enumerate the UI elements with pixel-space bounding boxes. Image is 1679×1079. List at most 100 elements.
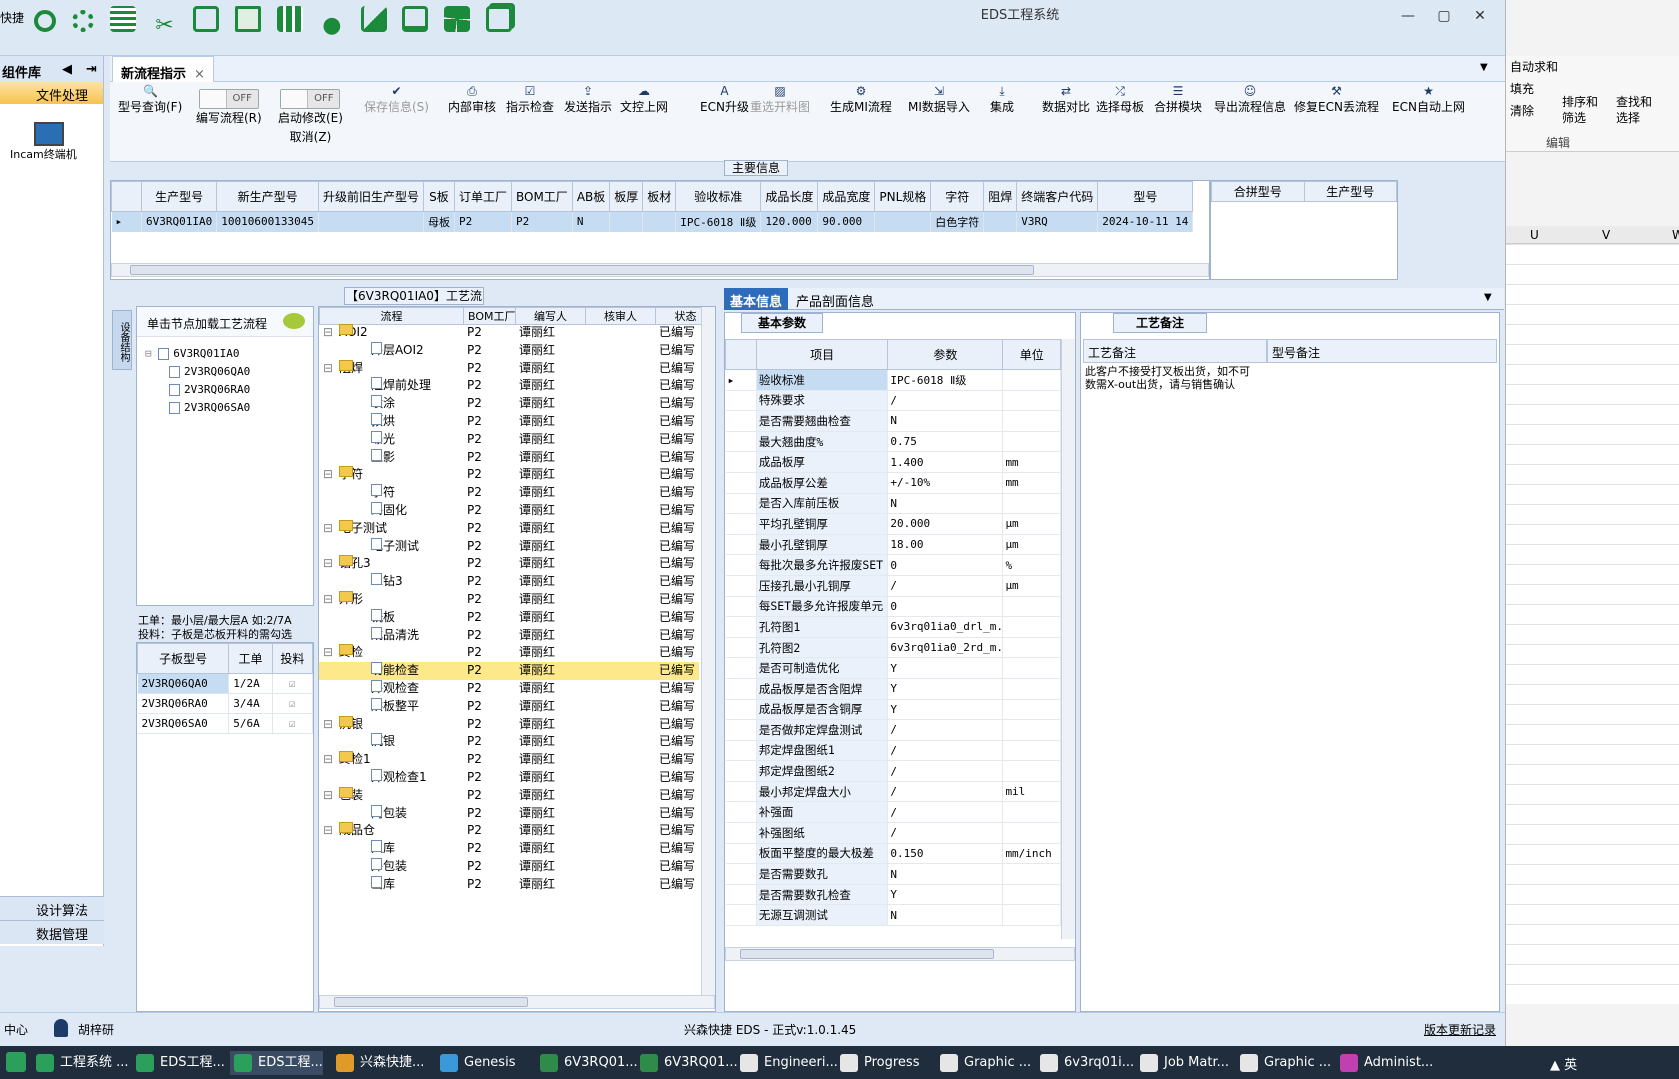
col-header[interactable]: 生产型号 [140,181,218,212]
subtab-basic-params[interactable]: 基本参数 [741,313,823,333]
chevron-down-icon[interactable]: ▼ [1480,62,1488,73]
flow-row[interactable]: 外观检查1 P2 谭丽红 已编写 [319,768,699,787]
cell[interactable]: IPC-6018 Ⅱ级 [675,211,762,232]
param-value[interactable]: / [887,781,1004,803]
param-row[interactable]: 是否需要数孔检查 Y [725,884,1061,906]
flow-row[interactable]: 终检1 ⊟ P2 谭丽红 已编写 [319,751,699,769]
col-header[interactable]: 订单工厂 [453,181,512,212]
cell[interactable]: 1/2A [228,673,273,694]
param-row[interactable]: 邦定焊盘图纸1/ [725,740,1061,762]
table-row[interactable]: 2V3RQ06RA0 3/4A ☑ [137,693,314,714]
cell[interactable] [642,211,677,232]
param-row[interactable]: 补强图纸 / [725,822,1061,844]
flow-row[interactable]: 沉银 P2 谭丽红 已编写 [319,733,699,751]
flow-row[interactable]: 电子测试 ⊟ P2 谭丽红 已编写 [319,519,699,538]
collapse-icon[interactable]: ⊟ [323,822,333,840]
flow-row[interactable]: 字符 ⊟ P2 谭丽红 已编写 [319,466,699,484]
flow-vscroll[interactable] [701,307,715,997]
param-value[interactable]: +/-10% [887,472,1004,494]
collapse-icon[interactable]: ⊟ [323,466,333,484]
column-v[interactable]: V [1602,228,1610,242]
nav-file-processing[interactable]: 文件处理 [0,82,103,104]
toolbar-button-13[interactable]: ⇄ 数据对比 [1042,84,1090,117]
param-row[interactable]: 最小邦定焊盘大小 / mil [725,781,1061,803]
param-value[interactable]: / [887,760,1004,782]
cell[interactable]: 120.000 [760,211,819,232]
tree-node-child[interactable]: 2V3RQ06RA0 [145,383,250,401]
taskbar-item[interactable]: 兴森快捷... [332,1051,424,1075]
param-value[interactable]: / [887,740,1004,762]
flow-row[interactable]: 入库 P2 谭丽红 已编写 [319,840,699,858]
flow-row[interactable]: AOI2 ⊟ P2 谭丽红 已编写 [319,324,699,342]
toolbar-button-8[interactable]: A ECN升级 [700,84,749,117]
autosum-label[interactable]: 自动求和 [1510,58,1558,75]
flow-col-header[interactable]: BOM工厂 [463,307,516,325]
flow-row[interactable]: 烘板整平 P2 谭丽红 已编写 [319,697,699,716]
toolbar-button-1[interactable]: OFF 编写流程(R) [196,88,262,128]
flow-row[interactable]: 预烘 P2 谭丽红 已编写 [319,412,699,431]
chart-icon[interactable] [360,6,387,32]
taskbar-item[interactable]: Genesis [436,1051,515,1075]
param-value[interactable]: N [887,493,1004,515]
scissors-icon[interactable]: ✂ [151,13,177,39]
windows-icon[interactable] [444,6,471,32]
flow-row[interactable]: 喷涂 P2 谭丽红 已编写 [319,395,699,413]
flow-row[interactable]: 曝光 P2 谭丽红 已编写 [319,430,699,449]
toolbar-button-10[interactable]: ⚙ 生成MI流程 [830,84,892,117]
param-value[interactable]: 20.000 [887,513,1004,535]
combine-model-header[interactable]: 合拼型号 [1211,181,1305,202]
update-log-link[interactable]: 版本更新记录 [1424,1021,1496,1038]
param-value[interactable]: Y [887,884,1004,906]
taskbar-item[interactable]: 工程系统 ... [32,1051,129,1075]
param-value[interactable]: N [887,863,1004,885]
flow-row[interactable]: 终检 ⊟ P2 谭丽红 已编写 [319,644,699,662]
col-header[interactable]: BOM工厂 [510,181,573,212]
checkbox[interactable]: ☑ [272,693,314,714]
flow-row[interactable]: 电子测试 P2 谭丽红 已编写 [319,537,699,556]
param-value[interactable]: N [887,904,1004,927]
search-icon[interactable] [34,10,56,32]
toolbar-button-6[interactable]: ⇪ 发送指示 [564,84,612,117]
collapse-icon[interactable]: ⊟ [323,324,333,342]
flow-row[interactable]: 阻焊 ⊟ P2 谭丽红 已编写 [319,359,699,378]
cell[interactable]: 白色字符 [930,211,985,232]
find-select-button[interactable]: 查找和 选择 [1616,94,1652,126]
combine-prod-header[interactable]: 生产型号 [1303,181,1397,202]
tree-node-root[interactable]: ⊟ 6V3RQ01IA0 [145,347,250,365]
param-row[interactable]: 每批次最多允许报废SET 0% [725,554,1061,576]
toolbar-button-18[interactable]: ★ ECN自动上网 [1392,84,1465,117]
toolbar-button-3[interactable]: ✔ 保存信息(S) [364,84,429,117]
hscroll-thumb[interactable] [130,265,1034,275]
col-header[interactable]: S板 [422,181,455,212]
cell[interactable]: 3/4A [228,693,273,714]
param-value[interactable]: / [887,801,1004,824]
flow-col-header[interactable]: 核审人 [585,307,656,325]
col-header[interactable]: 终端客户代码 [1016,181,1099,212]
col-header[interactable]: 验收标准 [675,181,762,212]
toggle-switch[interactable]: OFF [280,89,341,109]
param-value[interactable]: 0.75 [887,431,1004,453]
param-row[interactable]: 最大翘曲度% 0.75 [725,431,1061,453]
param-row[interactable]: 是否可制造优化 Y [725,657,1061,679]
param-row[interactable]: 是否需要数孔 N [725,863,1061,885]
sub-col-header[interactable]: 子板型号 [136,643,230,674]
cell[interactable]: 5/6A [228,713,273,734]
collapse-arrow-icon[interactable]: ◀ [62,62,72,77]
restore-button[interactable]: ▢ [1432,6,1456,26]
flow-col-header[interactable]: 流程 [319,307,464,325]
taskbar-item[interactable]: Administ... [1336,1051,1433,1075]
collapse-icon[interactable]: ⊟ [323,751,333,769]
flow-row[interactable]: 字符 P2 谭丽红 已编写 [319,484,699,502]
param-value[interactable]: 1.400 [887,451,1004,473]
param-value[interactable]: / [887,719,1004,741]
cell[interactable]: 6V3RQ01IA0 [141,211,218,232]
nav-data-management[interactable]: 数据管理 [0,920,104,944]
sort-filter-button[interactable]: 排序和 筛选 [1562,94,1598,126]
pin-icon[interactable]: ⇥ [86,62,97,77]
ime-indicator[interactable]: 英 [1564,1058,1577,1073]
toolbar-button-15[interactable]: ☰ 合拼模块 [1154,84,1202,117]
collapse-icon[interactable]: ⊟ [323,644,333,662]
flow-row[interactable]: 阻焊前处理 P2 谭丽红 已编写 [319,377,699,395]
flow-row[interactable]: 出库 P2 谭丽红 已编写 [319,875,699,894]
main-info-hscroll[interactable] [111,263,1209,277]
